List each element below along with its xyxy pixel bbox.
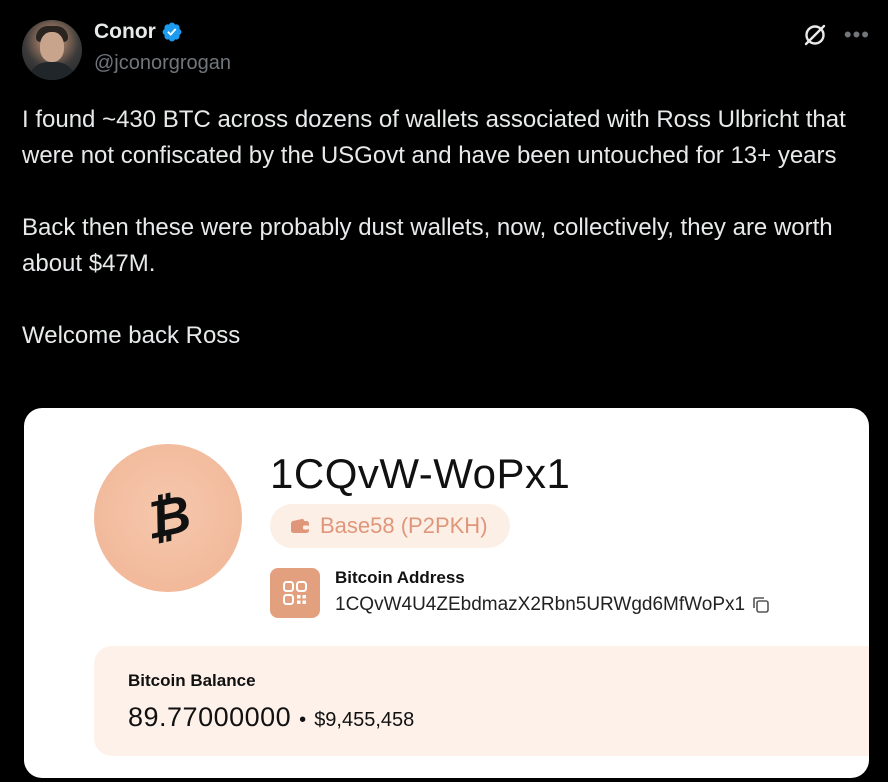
- balance-separator: •: [299, 709, 307, 731]
- address-title: 1CQvW-WoPx1: [270, 450, 571, 497]
- address-format-label: Base58 (P2PKH): [320, 513, 488, 538]
- attached-image-card[interactable]: ₿ 1CQvW-WoPx1 Base58 (P2PKH) Bitcoin Add: [24, 408, 869, 778]
- bitcoin-icon: ₿: [139, 484, 197, 552]
- more-options-icon[interactable]: •••: [844, 24, 870, 46]
- tweet-top-actions: •••: [802, 22, 870, 48]
- copy-icon[interactable]: [751, 595, 771, 615]
- bitcoin-address-row: 1CQvW4U4ZEbdmazX2Rbn5URWgd6MfWoPx1: [335, 594, 771, 616]
- balance-panel: Bitcoin Balance 89.77000000 • $9,455,458: [94, 646, 869, 756]
- avatar-shirt: [28, 62, 76, 80]
- tweet-paragraph-1: I found ~430 BTC across dozens of wallet…: [22, 106, 846, 169]
- author-name-row: Conor: [94, 20, 183, 44]
- qr-code-icon[interactable]: [270, 568, 320, 618]
- balance-usd-value: $9,455,458: [314, 709, 415, 731]
- tweet-text: I found ~430 BTC across dozens of wallet…: [22, 102, 872, 354]
- balance-btc-amount: 89.77000000: [128, 702, 292, 732]
- verified-badge-icon: [162, 22, 182, 42]
- bitcoin-address-value: 1CQvW4U4ZEbdmazX2Rbn5URWgd6MfWoPx1: [335, 594, 746, 615]
- balance-row: 89.77000000 • $9,455,458: [128, 702, 414, 733]
- tweet-paragraph-2: Back then these were probably dust walle…: [22, 214, 833, 277]
- tweet-paragraph-3: Welcome back Ross: [22, 322, 241, 349]
- author-name[interactable]: Conor: [94, 20, 156, 44]
- avatar[interactable]: [22, 20, 82, 80]
- bitcoin-balance-label: Bitcoin Balance: [128, 671, 256, 690]
- grok-icon[interactable]: [802, 22, 828, 48]
- address-format-badge: Base58 (P2PKH): [270, 504, 510, 548]
- qr-glyph: [283, 581, 307, 605]
- bitcoin-logo: ₿: [94, 444, 242, 592]
- bitcoin-address-label: Bitcoin Address: [335, 568, 465, 587]
- tweet: Conor @jconorgrogan ••• I found ~430 BTC…: [0, 0, 888, 782]
- avatar-face: [40, 32, 64, 62]
- author-handle[interactable]: @jconorgrogan: [94, 52, 231, 75]
- wallet-icon: [291, 518, 309, 533]
